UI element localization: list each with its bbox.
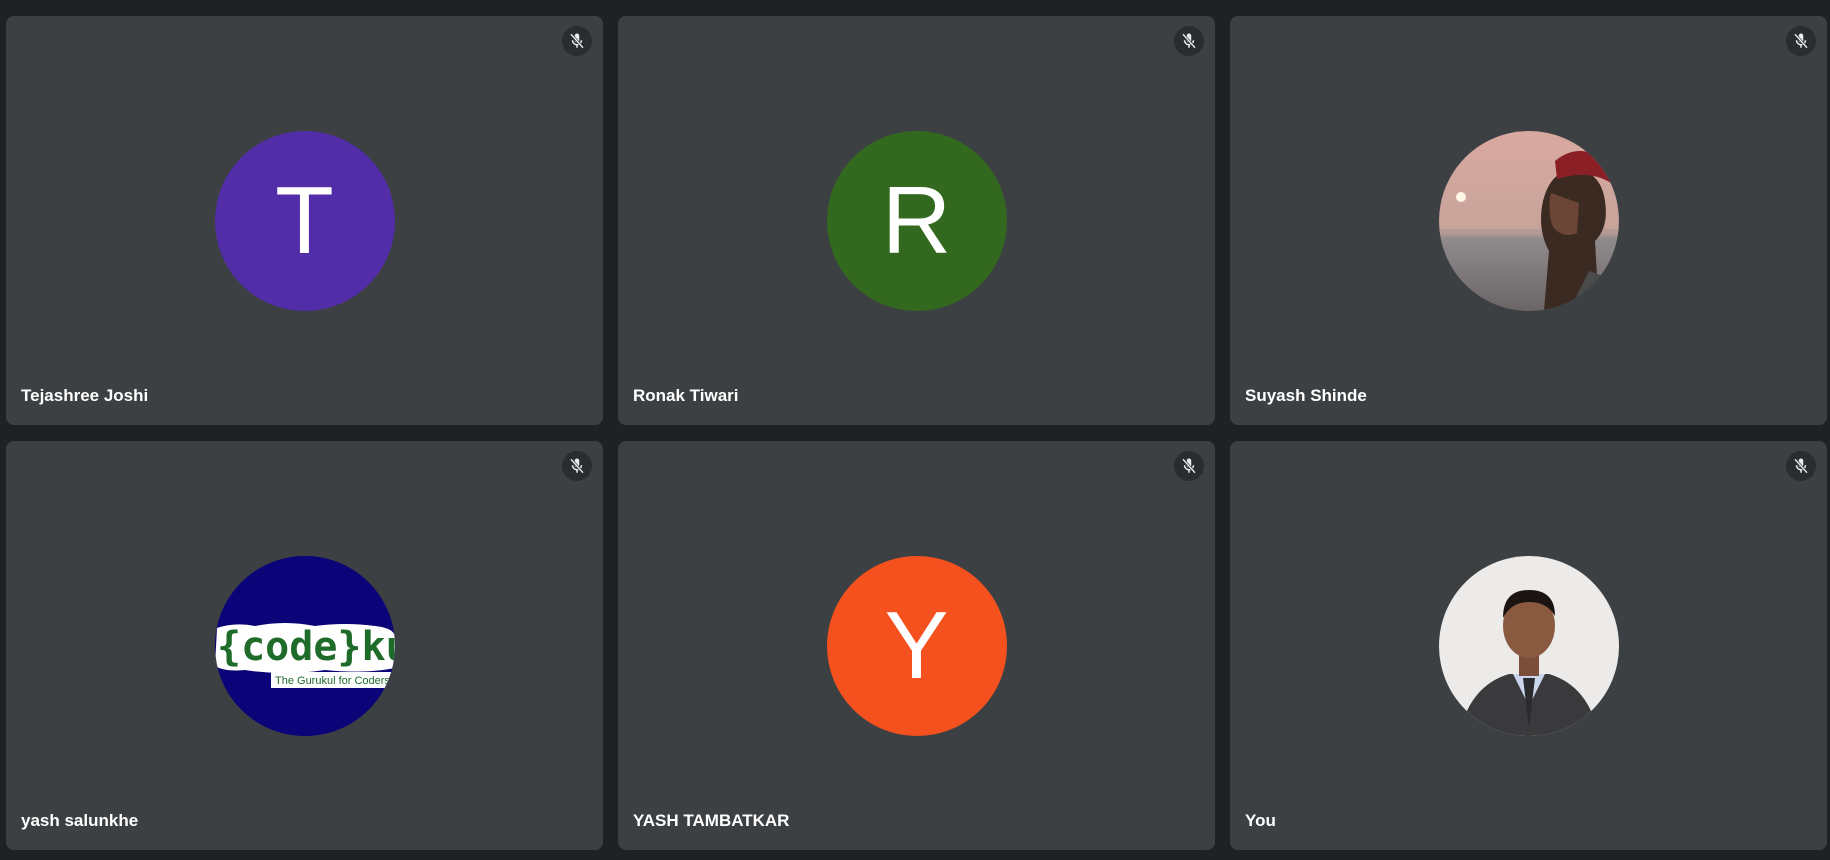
mic-off-icon: [1786, 451, 1816, 481]
participant-tile[interactable]: Y YASH TAMBATKAR: [618, 441, 1215, 850]
participant-grid: T Tejashree Joshi R Ronak Tiwari Suyash …: [6, 16, 1827, 850]
avatar-logo: {code}kul; The Gurukul for Coders: [214, 556, 395, 736]
codekul-logo: {code}kul; The Gurukul for Coders: [214, 556, 395, 736]
participant-name: yash salunkhe: [21, 811, 139, 830]
mic-off-icon: [1174, 26, 1204, 56]
mic-off-icon: [1786, 26, 1816, 56]
profile-photo: [1438, 556, 1619, 736]
logo-tagline: The Gurukul for Coders: [275, 675, 390, 687]
avatar-photo: [1438, 556, 1619, 736]
participant-tile[interactable]: R Ronak Tiwari: [618, 16, 1215, 425]
profile-photo: [1438, 131, 1619, 311]
avatar-initial: R: [881, 167, 952, 274]
participant-tile[interactable]: {code}kul; The Gurukul for Coders yash s…: [6, 441, 603, 850]
participant-name: Ronak Tiwari: [633, 386, 739, 405]
participant-name: Suyash Shinde: [1245, 386, 1367, 405]
mic-off-icon: [562, 451, 592, 481]
participant-name: YASH TAMBATKAR: [633, 811, 790, 830]
logo-text: {code}kul;: [217, 624, 395, 670]
participant-name: Tejashree Joshi: [21, 386, 149, 405]
avatar-initial: T: [275, 167, 334, 274]
avatar-initial: Y: [884, 592, 949, 699]
participant-tile[interactable]: T Tejashree Joshi: [6, 16, 603, 425]
avatar: R: [826, 131, 1007, 311]
mic-off-icon: [562, 26, 592, 56]
avatar-photo: [1438, 131, 1619, 311]
participant-tile[interactable]: Suyash Shinde: [1230, 16, 1827, 425]
avatar: Y: [826, 556, 1007, 736]
mic-off-icon: [1174, 451, 1204, 481]
participant-tile[interactable]: You: [1230, 441, 1827, 850]
participant-name: You: [1245, 811, 1276, 830]
avatar: T: [214, 131, 395, 311]
